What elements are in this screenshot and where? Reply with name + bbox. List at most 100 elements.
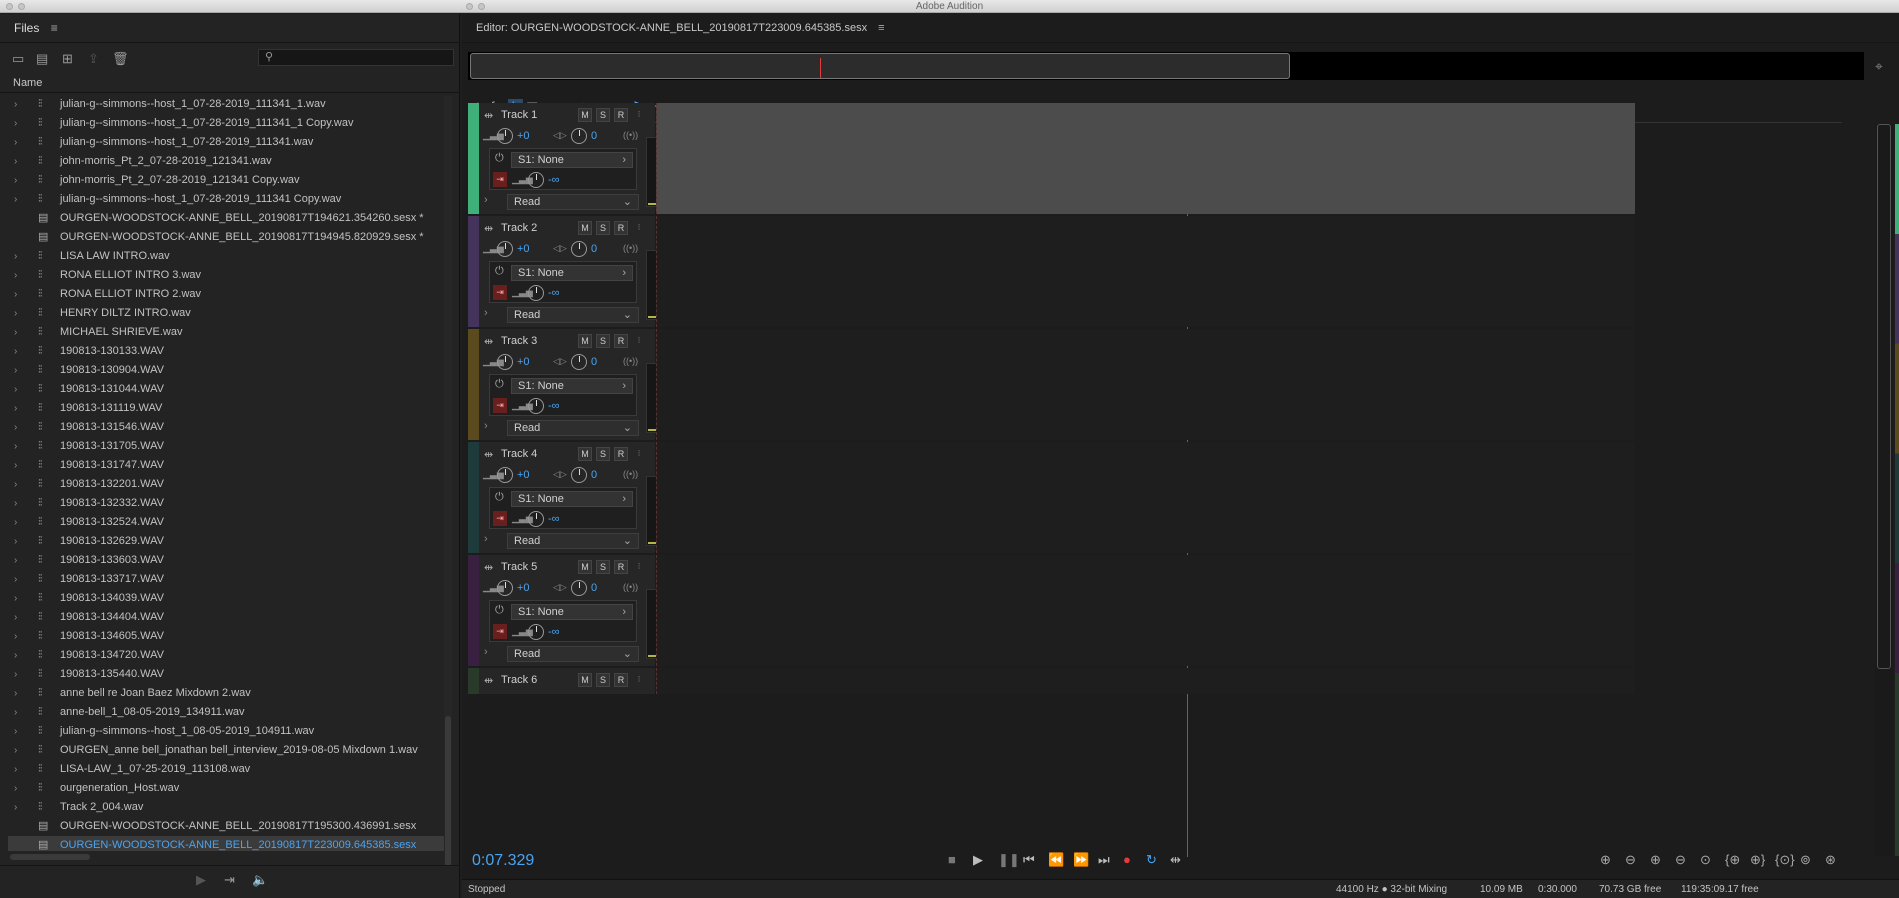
input-monitor-button[interactable]: ⁝ xyxy=(632,221,646,235)
file-list-item[interactable]: › ⫶⫶ OURGEN_anne bell_jonathan bell_interv… xyxy=(8,741,445,760)
skip-selection-icon[interactable]: ⇹ xyxy=(1170,852,1181,868)
expand-chevron-icon[interactable]: › xyxy=(14,285,17,304)
file-list-item[interactable]: › ⫶⫶ 190813-130133.WAV xyxy=(8,342,445,361)
pan-knob[interactable] xyxy=(571,128,587,144)
send-select[interactable]: S1: None › xyxy=(511,152,633,168)
expand-chevron-icon[interactable]: › xyxy=(14,608,17,627)
track[interactable]: ⇹ Track 3 M S R ⁝ ▁▃▅ +0 ◁▷ 0 ((•)) ⏻ S1… xyxy=(468,329,1635,440)
track[interactable]: ⇹ Track 4 M S R ⁝ ▁▃▅ +0 ◁▷ 0 ((•)) ⏻ S1… xyxy=(468,442,1635,553)
file-list-item[interactable]: › ⫶⫶ 190813-134039.WAV xyxy=(8,589,445,608)
expand-chevron-icon[interactable]: › xyxy=(14,760,17,779)
track-name[interactable]: Track 4 xyxy=(501,448,537,460)
file-list-item[interactable]: › ⫶⫶ ourgeneration_Host.wav xyxy=(8,779,445,798)
name-column-header[interactable]: Name xyxy=(0,74,460,93)
file-list-item[interactable]: › ⫶⫶ anne bell re Joan Baez Mixdown 2.wav xyxy=(8,684,445,703)
overview-visible-range[interactable] xyxy=(470,53,1290,79)
file-list-item[interactable]: › ⫶⫶ 190813-131546.WAV xyxy=(8,418,445,437)
solo-button[interactable]: S xyxy=(596,447,610,461)
volume-knob[interactable] xyxy=(497,467,513,483)
send-prefader-icon[interactable]: ⇥ xyxy=(493,511,507,526)
send-volume[interactable]: -∞ xyxy=(548,400,560,412)
skip-forward-icon[interactable]: ⏭ xyxy=(1098,852,1110,868)
expand-chevron-icon[interactable]: › xyxy=(14,361,17,380)
mute-button[interactable]: M xyxy=(578,221,592,235)
track-name[interactable]: Track 6 xyxy=(501,674,537,686)
volume-knob[interactable] xyxy=(497,241,513,257)
file-list-item[interactable]: › ⫶⫶ 190813-132629.WAV xyxy=(8,532,445,551)
file-list-item[interactable]: › ⫶⫶ MICHAEL SHRIEVE.wav xyxy=(8,323,445,342)
files-search-input[interactable]: ⚲ xyxy=(258,49,454,66)
chevron-right-icon[interactable]: › xyxy=(484,533,488,545)
track-volume[interactable]: +0 xyxy=(517,356,530,368)
track-header[interactable]: ⇹ Track 6 M S R ⁝ xyxy=(479,668,655,694)
zoom-in-point-icon[interactable]: {⊕ xyxy=(1725,852,1740,868)
send-volume-knob[interactable] xyxy=(528,285,544,301)
expand-chevron-icon[interactable]: › xyxy=(14,475,17,494)
expand-chevron-icon[interactable]: › xyxy=(14,513,17,532)
send-select[interactable]: S1: None › xyxy=(511,491,633,507)
file-list-item[interactable]: › ⫶⫶ 190813-131705.WAV xyxy=(8,437,445,456)
file-list-item[interactable]: › ⫶⫶ 190813-134404.WAV xyxy=(8,608,445,627)
loop-icon[interactable]: ↻ xyxy=(1146,852,1157,868)
send-volume[interactable]: -∞ xyxy=(548,287,560,299)
send-prefader-icon[interactable]: ⇥ xyxy=(493,285,507,300)
stereo-icon[interactable]: ((•)) xyxy=(623,582,638,592)
track-clip-area[interactable] xyxy=(656,216,1635,327)
pan-knob[interactable] xyxy=(571,467,587,483)
send-select[interactable]: S1: None › xyxy=(511,378,633,394)
mute-button[interactable]: M xyxy=(578,673,592,687)
mute-button[interactable]: M xyxy=(578,447,592,461)
auto-play-speaker-icon[interactable]: 🔈 xyxy=(252,872,268,888)
file-list-item[interactable]: › ⫶⫶ julian-g--simmons--host_1_07-28-2019_… xyxy=(8,133,445,152)
send-prefader-icon[interactable]: ⇥ xyxy=(493,172,507,187)
automation-mode-select[interactable]: Read ⌄ xyxy=(507,646,639,662)
track-volume[interactable]: +0 xyxy=(517,469,530,481)
file-list-item[interactable]: › ⫶⫶ julian-g--simmons--host_1_07-28-2019_… xyxy=(8,114,445,133)
mute-button[interactable]: M xyxy=(578,560,592,574)
trash-icon[interactable]: 🗑 xyxy=(112,51,129,67)
expand-chevron-icon[interactable]: › xyxy=(14,779,17,798)
zoom-out-amplitude-icon[interactable]: ⊖ xyxy=(1625,852,1636,868)
file-list-item[interactable]: › ⫶⫶ julian-g--simmons--host_1_07-28-2019_… xyxy=(8,95,445,114)
input-monitor-button[interactable]: ⁝ xyxy=(632,334,646,348)
send-select[interactable]: S1: None › xyxy=(511,604,633,620)
track-pan[interactable]: 0 xyxy=(591,582,597,594)
rewind-icon[interactable]: ⏪ xyxy=(1048,852,1064,868)
stereo-icon[interactable]: ((•)) xyxy=(623,130,638,140)
file-list-item[interactable]: › ⫶⫶ john-morris_Pt_2_07-28-2019_121341 Co… xyxy=(8,171,445,190)
import-file-icon[interactable]: ▤ xyxy=(36,51,48,67)
track-drag-handle-icon[interactable]: ⇹ xyxy=(484,561,493,574)
automation-mode-select[interactable]: Read ⌄ xyxy=(507,420,639,436)
chevron-right-icon[interactable]: › xyxy=(484,420,488,432)
input-monitor-button[interactable]: ⁝ xyxy=(632,560,646,574)
track[interactable]: ⇹ Track 5 M S R ⁝ ▁▃▅ +0 ◁▷ 0 ((•)) ⏻ S1… xyxy=(468,555,1635,666)
send-prefader-icon[interactable]: ⇥ xyxy=(493,624,507,639)
file-list-item[interactable]: › ⫶⫶ john-morris_Pt_2_07-28-2019_121341.wa… xyxy=(8,152,445,171)
power-icon[interactable]: ⏻ xyxy=(495,491,504,504)
zoom-out-time-icon[interactable]: ⊖ xyxy=(1675,852,1686,868)
play-preview-icon[interactable]: ▶ xyxy=(196,872,206,888)
send-volume[interactable]: -∞ xyxy=(548,174,560,186)
file-list-item[interactable]: ▤ OURGEN-WOODSTOCK-ANNE_BELL_20190817T195… xyxy=(8,817,445,836)
send-volume[interactable]: -∞ xyxy=(548,626,560,638)
file-list-item[interactable]: › ⫶⫶ anne-bell_1_08-05-2019_134911.wav xyxy=(8,703,445,722)
close-window-button[interactable] xyxy=(6,3,13,10)
track-pan[interactable]: 0 xyxy=(591,356,597,368)
expand-chevron-icon[interactable]: › xyxy=(14,437,17,456)
track-pan[interactable]: 0 xyxy=(591,130,597,142)
pause-icon[interactable]: ❚❚ xyxy=(998,852,1020,868)
stereo-icon[interactable]: ((•)) xyxy=(623,356,638,366)
solo-button[interactable]: S xyxy=(596,673,610,687)
track-drag-handle-icon[interactable]: ⇹ xyxy=(484,335,493,348)
send-volume-knob[interactable] xyxy=(528,398,544,414)
expand-chevron-icon[interactable]: › xyxy=(14,133,17,152)
file-list-item[interactable]: › ⫶⫶ 190813-131747.WAV xyxy=(8,456,445,475)
track-name[interactable]: Track 5 xyxy=(501,561,537,573)
track-drag-handle-icon[interactable]: ⇹ xyxy=(484,448,493,461)
track-name[interactable]: Track 3 xyxy=(501,335,537,347)
expand-chevron-icon[interactable]: › xyxy=(14,627,17,646)
track-header[interactable]: ⇹ Track 5 M S R ⁝ ▁▃▅ +0 ◁▷ 0 ((•)) ⏻ S1… xyxy=(479,555,658,666)
volume-knob[interactable] xyxy=(497,580,513,596)
expand-chevron-icon[interactable]: › xyxy=(14,304,17,323)
expand-chevron-icon[interactable]: › xyxy=(14,570,17,589)
